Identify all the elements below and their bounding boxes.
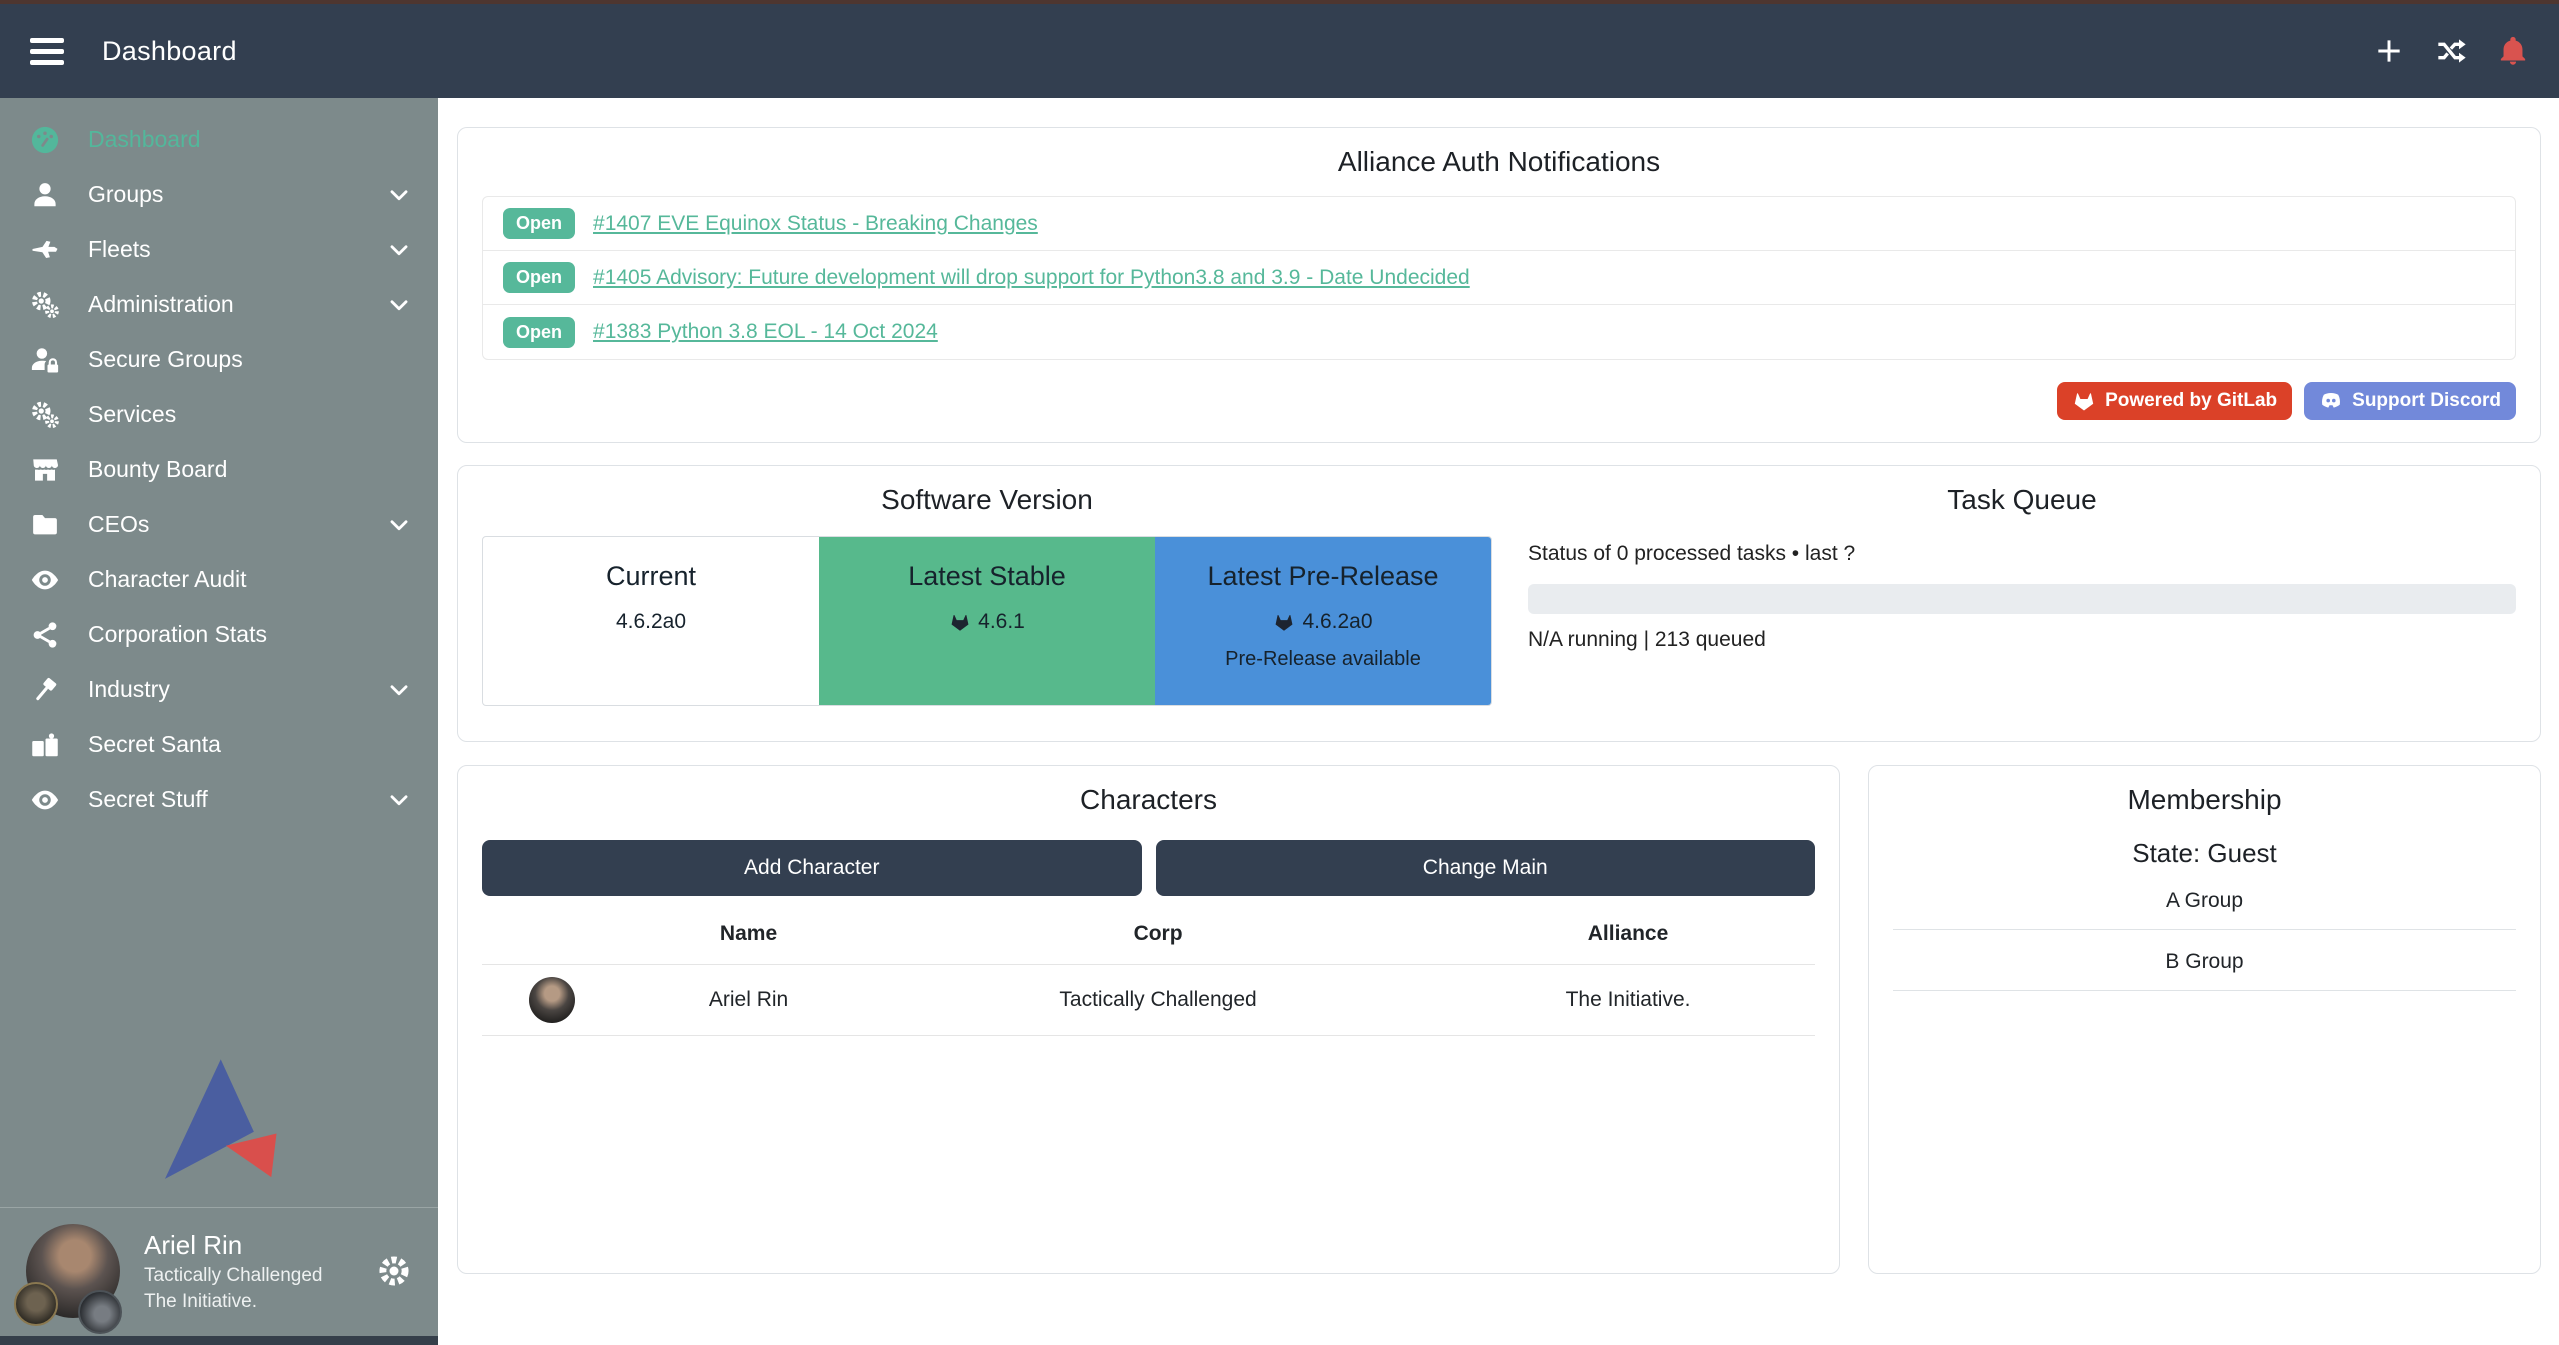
sidebar-item-character-audit[interactable]: Character Audit — [0, 552, 438, 607]
membership-title: Membership — [1893, 784, 2516, 816]
character-row: Ariel Rin Tactically Challenged The Init… — [482, 965, 1815, 1036]
column-header-corp: Corp — [875, 904, 1441, 965]
software-version-title: Software Version — [482, 484, 1492, 516]
user-lock-icon — [30, 345, 60, 375]
membership-panel: Membership State: Guest A Group B Group — [1868, 765, 2541, 1274]
jet-icon — [30, 235, 60, 265]
settings-gear-icon[interactable] — [376, 1253, 412, 1289]
discord-icon — [2319, 389, 2343, 413]
chevron-down-icon — [386, 237, 412, 263]
notifications-panel: Alliance Auth Notifications Open #1407 E… — [457, 127, 2541, 443]
sidebar-item-dashboard[interactable]: Dashboard — [0, 112, 438, 167]
membership-group: A Group — [1893, 869, 2516, 930]
gauge-icon — [30, 125, 60, 155]
user-avatar — [26, 1224, 120, 1318]
change-main-button[interactable]: Change Main — [1156, 840, 1816, 896]
task-queue-status: Status of 0 processed tasks • last ? — [1528, 542, 2516, 566]
sidebar-item-industry[interactable]: Industry — [0, 662, 438, 717]
alliance-logo-badge — [78, 1290, 122, 1334]
column-header-name: Name — [622, 904, 875, 965]
character-corp: Tactically Challenged — [875, 965, 1441, 1036]
sidebar-item-secret-santa[interactable]: Secret Santa — [0, 717, 438, 772]
character-alliance: The Initiative. — [1441, 965, 1815, 1036]
sidebar-footer-strip — [0, 1336, 438, 1345]
chevron-down-icon — [386, 292, 412, 318]
sidebar: Dashboard Groups Fleets Administration S… — [0, 98, 438, 1345]
task-queue-progress-bar — [1528, 584, 2516, 614]
task-queue-title: Task Queue — [1528, 484, 2516, 516]
user-panel: Ariel Rin Tactically Challenged The Init… — [0, 1208, 438, 1336]
gears-icon — [30, 400, 60, 430]
chevron-down-icon — [386, 512, 412, 538]
notifications-list: Open #1407 EVE Equinox Status - Breaking… — [482, 196, 2516, 360]
sidebar-item-services[interactable]: Services — [0, 387, 438, 442]
shuffle-icon[interactable] — [2435, 35, 2467, 67]
user-name: Ariel Rin — [144, 1228, 323, 1263]
store-icon — [30, 455, 60, 485]
status-badge: Open — [503, 208, 575, 239]
gifts-icon — [30, 730, 60, 760]
gears-icon — [30, 290, 60, 320]
character-portrait — [529, 977, 575, 1023]
top-navbar: Dashboard — [0, 4, 2559, 98]
sidebar-item-secure-groups[interactable]: Secure Groups — [0, 332, 438, 387]
character-name: Ariel Rin — [622, 965, 875, 1036]
user-icon — [30, 180, 60, 210]
status-badge: Open — [503, 262, 575, 293]
chevron-down-icon — [386, 677, 412, 703]
status-badge: Open — [503, 317, 575, 348]
folder-icon — [30, 510, 60, 540]
task-queue-section: Task Queue Status of 0 processed tasks •… — [1528, 484, 2516, 723]
column-header-alliance: Alliance — [1441, 904, 1815, 965]
discord-badge[interactable]: Support Discord — [2304, 382, 2516, 420]
add-icon[interactable] — [2373, 35, 2405, 67]
characters-title: Characters — [482, 784, 1815, 816]
notification-link[interactable]: #1405 Advisory: Future development will … — [593, 266, 1470, 290]
corp-logo-badge — [14, 1282, 58, 1326]
alliance-auth-logo — [0, 1053, 438, 1187]
version-box-current: Current 4.6.2a0 — [483, 537, 819, 705]
sidebar-item-corporation-stats[interactable]: Corporation Stats — [0, 607, 438, 662]
membership-group: B Group — [1893, 930, 2516, 991]
chevron-down-icon — [386, 787, 412, 813]
user-corp: Tactically Challenged — [144, 1263, 323, 1289]
eye-icon — [30, 565, 60, 595]
main-content: Alliance Auth Notifications Open #1407 E… — [438, 98, 2559, 1345]
page-title: Dashboard — [102, 36, 237, 67]
prerelease-note: Pre-Release available — [1155, 648, 1491, 671]
task-queue-counts: N/A running | 213 queued — [1528, 628, 2516, 652]
add-character-button[interactable]: Add Character — [482, 840, 1142, 896]
chevron-down-icon — [386, 182, 412, 208]
sidebar-item-bounty-board[interactable]: Bounty Board — [0, 442, 438, 497]
sidebar-item-groups[interactable]: Groups — [0, 167, 438, 222]
membership-state: State: Guest — [1893, 838, 2516, 869]
notification-link[interactable]: #1407 EVE Equinox Status - Breaking Chan… — [593, 212, 1038, 236]
characters-table: Name Corp Alliance Ariel Rin Tactically … — [482, 904, 1815, 1036]
sidebar-item-secret-stuff[interactable]: Secret Stuff — [0, 772, 438, 827]
software-version-section: Software Version Current 4.6.2a0 Latest … — [482, 484, 1492, 723]
gitlab-icon — [1273, 611, 1295, 633]
sidebar-item-administration[interactable]: Administration — [0, 277, 438, 332]
notification-item: Open #1407 EVE Equinox Status - Breaking… — [483, 197, 2515, 251]
share-icon — [30, 620, 60, 650]
menu-toggle-icon[interactable] — [30, 38, 64, 65]
user-alliance: The Initiative. — [144, 1289, 323, 1315]
gitlab-badge[interactable]: Powered by GitLab — [2057, 382, 2292, 420]
status-panel: Software Version Current 4.6.2a0 Latest … — [457, 465, 2541, 742]
gitlab-icon — [2072, 389, 2096, 413]
hammer-icon — [30, 675, 60, 705]
notification-link[interactable]: #1383 Python 3.8 EOL - 14 Oct 2024 — [593, 320, 938, 344]
notification-item: Open #1383 Python 3.8 EOL - 14 Oct 2024 — [483, 305, 2515, 359]
notifications-title: Alliance Auth Notifications — [482, 146, 2516, 178]
version-box-latest-stable: Latest Stable 4.6.1 — [819, 537, 1155, 705]
notification-item: Open #1405 Advisory: Future development … — [483, 251, 2515, 305]
sidebar-item-ceos[interactable]: CEOs — [0, 497, 438, 552]
sidebar-item-fleets[interactable]: Fleets — [0, 222, 438, 277]
notifications-bell-icon[interactable] — [2497, 35, 2529, 67]
gitlab-icon — [949, 611, 971, 633]
version-box-latest-prerelease: Latest Pre-Release 4.6.2a0 Pre-Release a… — [1155, 537, 1491, 705]
eye-icon — [30, 785, 60, 815]
characters-panel: Characters Add Character Change Main Nam… — [457, 765, 1840, 1274]
